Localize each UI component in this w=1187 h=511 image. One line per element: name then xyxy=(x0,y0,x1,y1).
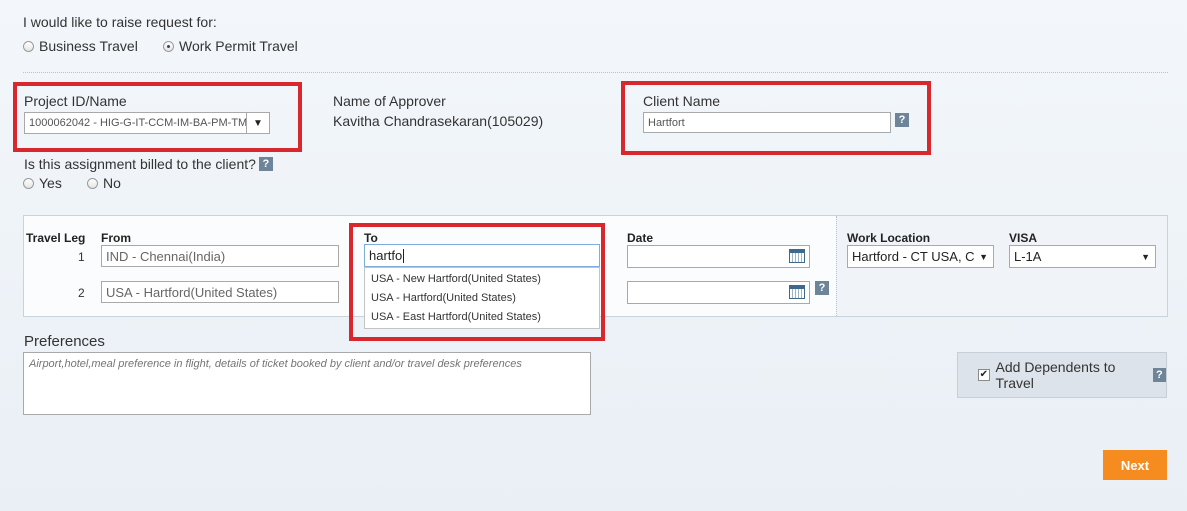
calendar-icon[interactable] xyxy=(789,285,805,299)
business-travel-label: Business Travel xyxy=(39,38,138,54)
leg-2-from-input[interactable]: USA - Hartford(United States) xyxy=(101,281,339,303)
billed-no-option[interactable]: No xyxy=(87,175,121,191)
chevron-down-icon: ▼ xyxy=(1141,251,1150,262)
work-location-select[interactable]: Hartford - CT USA, C ▼ xyxy=(847,245,994,268)
work-permit-travel-option[interactable]: Work Permit Travel xyxy=(163,38,298,54)
next-button[interactable]: Next xyxy=(1103,450,1167,480)
approver-value: Kavitha Chandrasekaran(105029) xyxy=(333,113,544,129)
billed-yes-radio[interactable] xyxy=(23,177,34,189)
highlight-to xyxy=(349,223,605,341)
preferences-label: Preferences xyxy=(24,333,105,350)
leg-2-number: 2 xyxy=(78,286,85,300)
dependents-help-icon[interactable]: ? xyxy=(1152,368,1166,382)
billed-no-radio[interactable] xyxy=(87,177,98,189)
highlight-client xyxy=(621,81,931,155)
visa-header: VISA xyxy=(1009,231,1038,245)
billed-yes-label: Yes xyxy=(39,175,62,191)
preferences-textarea[interactable] xyxy=(23,352,591,415)
billing-help-icon[interactable]: ? xyxy=(258,157,273,171)
billing-question-row: Is this assignment billed to the client?… xyxy=(24,156,273,172)
date-header: Date xyxy=(627,231,654,245)
calendar-icon[interactable] xyxy=(789,249,805,263)
dependents-checkbox[interactable]: ✔ xyxy=(978,369,990,381)
billing-question: Is this assignment billed to the client? xyxy=(24,156,256,172)
request-type-question: I would like to raise request for: xyxy=(23,14,217,30)
add-dependents-box[interactable]: ✔ Add Dependents to Travel ? xyxy=(957,352,1167,398)
work-location-value: Hartford - CT USA, C xyxy=(852,249,975,264)
from-header: From xyxy=(101,231,131,245)
work-permit-travel-radio[interactable] xyxy=(163,40,174,52)
date-help-icon[interactable]: ? xyxy=(815,281,829,295)
chevron-down-icon: ▼ xyxy=(979,251,988,262)
billed-no-label: No xyxy=(103,175,121,191)
work-location-header: Work Location xyxy=(847,231,931,245)
approver-label: Name of Approver xyxy=(333,93,446,109)
visa-select[interactable]: L-1A ▼ xyxy=(1009,245,1156,268)
dependents-label: Add Dependents to Travel xyxy=(995,359,1116,391)
business-travel-radio[interactable] xyxy=(23,40,34,52)
leg-2-date-input[interactable] xyxy=(627,281,810,304)
travel-leg-header: Travel Leg xyxy=(26,231,86,245)
visa-value: L-1A xyxy=(1014,249,1042,264)
section-divider xyxy=(23,72,1168,73)
leg-1-number: 1 xyxy=(78,250,85,264)
billed-yes-option[interactable]: Yes xyxy=(23,175,62,191)
work-permit-travel-label: Work Permit Travel xyxy=(179,38,298,54)
leg-1-from-input[interactable]: IND - Chennai(India) xyxy=(101,245,339,267)
highlight-project xyxy=(13,82,302,152)
leg-1-date-input[interactable] xyxy=(627,245,810,268)
business-travel-option[interactable]: Business Travel xyxy=(23,38,138,54)
